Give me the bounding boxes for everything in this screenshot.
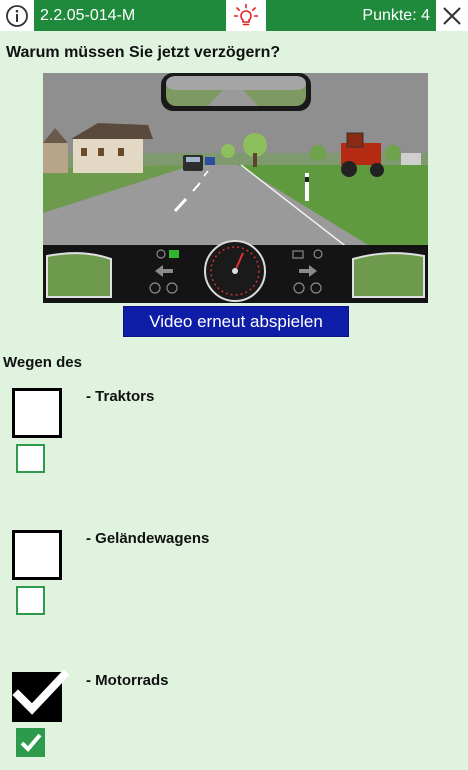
info-icon — [6, 4, 28, 27]
answer-label-3: - Motorrads — [86, 672, 169, 689]
driving-scene-image — [43, 73, 428, 303]
hint-button[interactable] — [226, 0, 266, 31]
answer-label-2: - Geländewagens — [86, 530, 210, 547]
solution-checkbox-3 — [16, 728, 45, 757]
replay-video-button[interactable]: Video erneut abspielen — [123, 306, 349, 337]
solution-checkbox-1 — [16, 444, 45, 473]
close-button[interactable] — [436, 0, 468, 31]
solution-checkbox-2 — [16, 586, 45, 615]
info-button[interactable] — [0, 0, 34, 31]
lightbulb-icon — [233, 3, 259, 25]
answer-label-1: - Traktors — [86, 388, 155, 405]
answer-checkbox-1[interactable] — [12, 388, 62, 438]
answer-intro-text: Wegen des — [3, 354, 82, 371]
close-icon — [443, 6, 461, 25]
answer-checkbox-2[interactable] — [12, 530, 62, 580]
top-bar: 2.2.05-014-M Punkte: 4 — [0, 0, 468, 31]
question-code: 2.2.05-014-M — [34, 0, 226, 31]
answer-checkbox-3[interactable] — [12, 669, 70, 722]
check-icon — [12, 669, 70, 715]
points-display: Punkte: 4 — [266, 0, 436, 31]
question-text: Warum müssen Sie jetzt verzögern? — [6, 44, 281, 61]
check-icon — [20, 733, 42, 752]
